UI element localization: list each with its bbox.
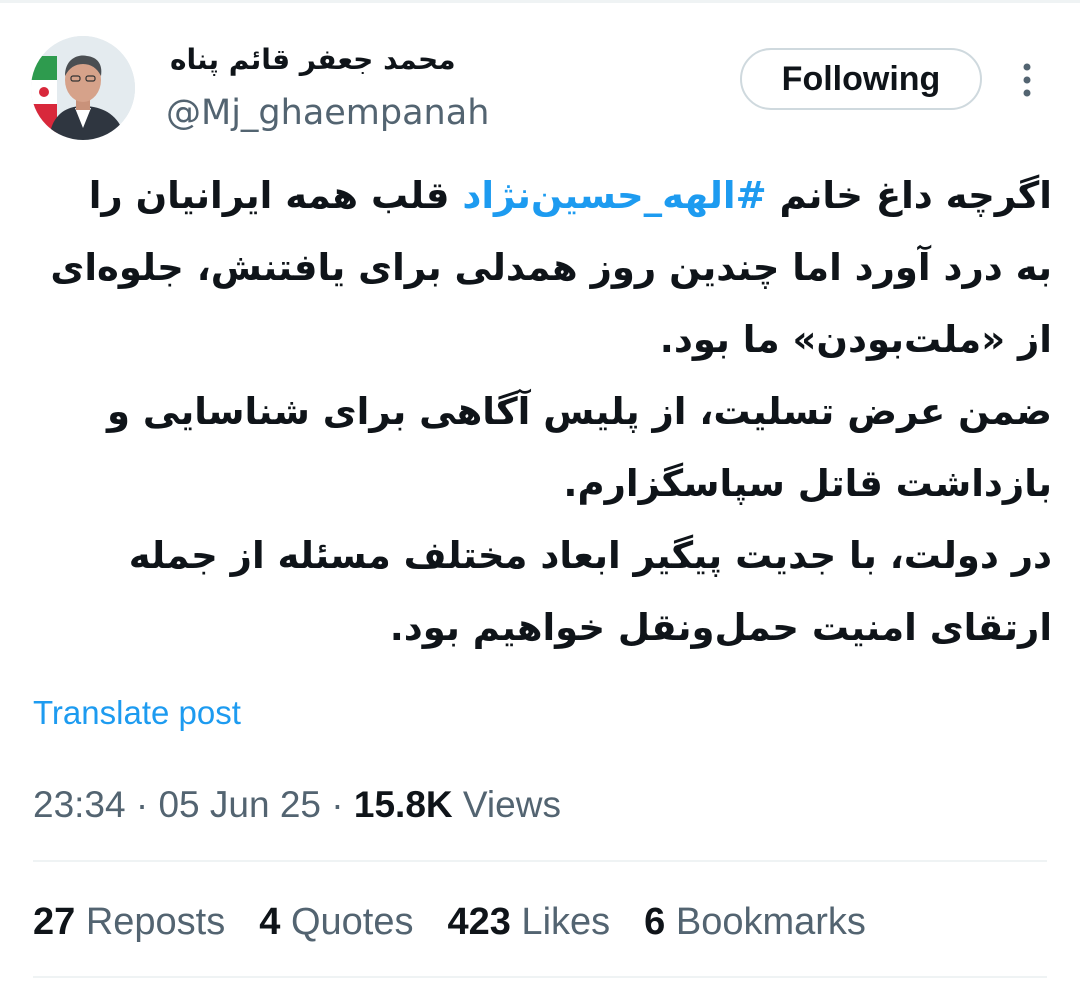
stats-divider-top <box>33 860 1047 862</box>
likes-label: Likes <box>510 901 611 943</box>
quotes-stat[interactable]: 4 Quotes <box>259 896 413 948</box>
hashtag-link[interactable]: #الهه_حسین‌نژاد <box>462 174 766 217</box>
portrait-photo-icon <box>31 36 135 140</box>
engagement-stats: 27 Reposts 4 Quotes 423 Likes 6 Bookmark… <box>33 896 900 948</box>
tweet-meta: 23:34 · 05 Jun 25 · 15.8K Views <box>33 780 561 830</box>
tweet-line: اگرچه داغ خانم #الهه_حسین‌نژاد قلب همه ا… <box>28 160 1052 232</box>
author-display-name[interactable]: محمد جعفر قائم پناه <box>170 40 490 80</box>
bookmarks-count: 6 <box>644 901 666 943</box>
author-handle[interactable]: @Mj_ghaempanah <box>166 88 489 138</box>
tweet-line: ضمن عرض تسلیت، از پلیس آگاهی برای شناسای… <box>107 390 1052 433</box>
tweet-text-segment: اگرچه داغ خانم <box>766 174 1052 217</box>
more-options-icon[interactable] <box>1012 60 1042 100</box>
reposts-stat[interactable]: 27 Reposts <box>33 896 225 948</box>
tweet-line: به درد آورد اما چندین روز همدلی برای یاف… <box>50 246 1052 289</box>
views-count[interactable]: 15.8K <box>354 784 453 825</box>
post-date[interactable]: 05 Jun 25 <box>158 784 321 825</box>
tweet-line: بازداشت قاتل سپاسگزارم. <box>563 462 1052 505</box>
stats-divider-bottom <box>33 976 1047 978</box>
translate-post-link[interactable]: Translate post <box>33 690 241 736</box>
author-avatar[interactable] <box>31 36 135 140</box>
meta-separator: · <box>321 784 354 825</box>
top-divider <box>0 0 1080 3</box>
quotes-label: Quotes <box>280 901 414 943</box>
tweet-text-segment: قلب همه ایرانیان را <box>88 174 463 217</box>
meta-separator: · <box>125 784 159 825</box>
tweet-line: ارتقای امنیت حمل‌ونقل خواهیم بود. <box>389 606 1052 649</box>
following-button[interactable]: Following <box>740 48 982 110</box>
likes-count: 423 <box>447 901 511 943</box>
quotes-count: 4 <box>259 901 281 943</box>
reposts-label: Reposts <box>75 901 226 943</box>
likes-stat[interactable]: 423 Likes <box>447 896 610 948</box>
bookmarks-stat[interactable]: 6 Bookmarks <box>644 896 866 948</box>
tweet-text: اگرچه داغ خانم #الهه_حسین‌نژاد قلب همه ا… <box>28 160 1052 664</box>
views-label[interactable]: Views <box>453 784 561 825</box>
tweet-line: از «ملت‌بودن» ما بود. <box>659 318 1052 361</box>
reposts-count: 27 <box>33 901 76 943</box>
post-time[interactable]: 23:34 <box>33 784 126 825</box>
bookmarks-label: Bookmarks <box>665 901 866 943</box>
tweet-line: در دولت، با جدیت پیگیر ابعاد مختلف مسئله… <box>128 534 1052 577</box>
